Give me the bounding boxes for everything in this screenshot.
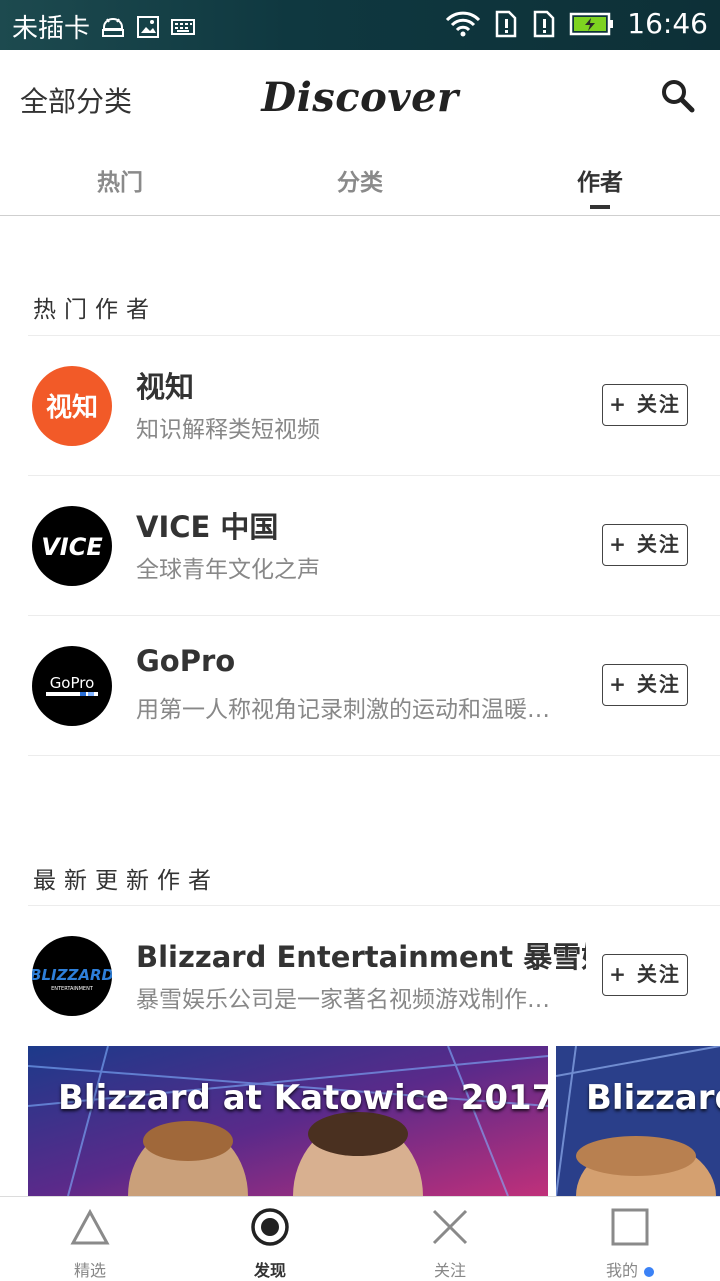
- tab-author[interactable]: 作者: [480, 163, 720, 197]
- author-desc: 用第一人称视角记录刺激的运动和温暖的瞬间: [136, 697, 571, 723]
- android-icon: [102, 17, 125, 37]
- gopro-logo: GoPro: [46, 674, 98, 696]
- follow-button[interactable]: + 关注: [602, 384, 688, 426]
- nav-discover[interactable]: 发现: [180, 1197, 360, 1281]
- divider: [28, 755, 720, 756]
- active-tab-indicator: [590, 205, 610, 209]
- bottom-nav: 精选 发现 关注 我的: [0, 1196, 720, 1281]
- svg-text:视知: 视知: [46, 393, 98, 423]
- video-title: Blizzard: [586, 1078, 720, 1118]
- nav-label: 我的: [605, 1261, 638, 1280]
- nav-label: 发现: [253, 1261, 286, 1280]
- vice-logo: VICE: [41, 533, 103, 561]
- svg-text:VICE: VICE: [41, 533, 103, 561]
- sim-alert-icon: [496, 10, 517, 37]
- nav-label: 关注: [433, 1261, 466, 1280]
- nav-mine[interactable]: 我的: [540, 1197, 720, 1281]
- video-title: Blizzard at Katowice 2017: [58, 1078, 548, 1118]
- follow-button[interactable]: + 关注: [602, 664, 688, 706]
- battery-icon: [570, 12, 614, 35]
- section-title-hot-authors: 热门作者: [33, 297, 157, 323]
- author-name: 视知: [136, 370, 195, 404]
- keyboard-icon: [171, 18, 196, 35]
- triangle-icon: [70, 1208, 110, 1245]
- author-avatar[interactable]: BLIZZARD ENTERTAINMENT: [32, 936, 112, 1016]
- video-cover-image: [556, 1046, 720, 1196]
- video-cover-image: [28, 1046, 548, 1196]
- author-desc: 全球青年文化之声: [136, 557, 320, 583]
- x-icon: [432, 1209, 468, 1245]
- circle-icon: [251, 1208, 289, 1246]
- clock: 16:46: [627, 7, 708, 40]
- page-title: Discover: [261, 74, 459, 121]
- author-name: VICE 中国: [136, 510, 279, 544]
- author-name: Blizzard Entertainment 暴雪娱乐: [136, 940, 586, 974]
- wifi-icon: [446, 11, 481, 36]
- svg-text:BLIZZARD: BLIZZARD: [32, 966, 112, 984]
- author-row[interactable]: BLIZZARD ENTERTAINMENT Blizzard Entertai…: [0, 906, 720, 1046]
- search-icon[interactable]: [660, 78, 696, 114]
- follow-button[interactable]: + 关注: [602, 524, 688, 566]
- author-avatar[interactable]: 视知: [32, 366, 112, 446]
- carrier-label: 未插卡: [12, 14, 91, 44]
- author-desc: 知识解释类短视频: [136, 417, 320, 443]
- author-row[interactable]: VICE VICE 中国 全球青年文化之声 + 关注: [0, 476, 720, 616]
- tab-category[interactable]: 分类: [240, 163, 480, 197]
- author-name: GoPro: [136, 644, 236, 678]
- sim-alert-icon-2: [534, 10, 555, 37]
- nav-label-wrap: 我的: [540, 1257, 720, 1281]
- author-row[interactable]: 视知 视知 知识解释类短视频 + 关注: [0, 336, 720, 476]
- square-icon: [611, 1208, 649, 1246]
- author-row[interactable]: GoPro GoPro 用第一人称视角记录刺激的运动和温暖的瞬间 + 关注: [0, 616, 720, 756]
- shizhi-logo: 视知: [46, 393, 98, 423]
- app-header: 全部分类 Discover: [0, 50, 720, 145]
- svg-text:ENTERTAINMENT: ENTERTAINMENT: [51, 986, 94, 992]
- notification-dot: [644, 1266, 654, 1277]
- nav-featured[interactable]: 精选: [0, 1197, 180, 1281]
- nav-follow[interactable]: 关注: [360, 1197, 540, 1281]
- follow-button[interactable]: + 关注: [602, 954, 688, 996]
- video-thumbnail[interactable]: Blizzard: [556, 1046, 720, 1196]
- nav-label: 精选: [73, 1261, 106, 1280]
- author-avatar[interactable]: GoPro: [32, 646, 112, 726]
- image-icon: [137, 15, 160, 38]
- status-bar: 未插卡 16:46: [0, 0, 720, 50]
- tab-hot[interactable]: 热门: [0, 163, 240, 197]
- blizzard-logo: BLIZZARD ENTERTAINMENT: [32, 966, 112, 992]
- author-desc: 暴雪娱乐公司是一家著名视频游戏制作和发行公司: [136, 987, 571, 1013]
- svg-text:GoPro: GoPro: [50, 674, 95, 692]
- video-thumbnail[interactable]: Blizzard at Katowice 2017: [28, 1046, 548, 1196]
- tab-bar: 热门 分类 作者: [0, 145, 720, 216]
- author-avatar[interactable]: VICE: [32, 506, 112, 586]
- section-title-latest-authors: 最新更新作者: [33, 868, 219, 894]
